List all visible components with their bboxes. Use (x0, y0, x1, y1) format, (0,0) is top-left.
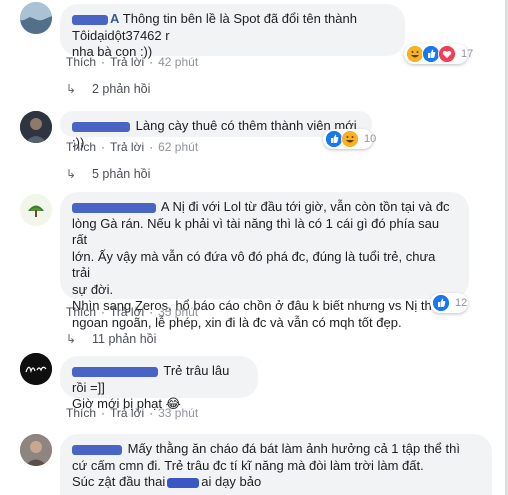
reply-link[interactable]: Trả lời (110, 406, 144, 420)
comment-text-line: A Nị đi với Lol từ đầu tới giờ, vẫn còn … (160, 199, 450, 214)
reply-arrow-icon: ↳ (66, 167, 77, 181)
timestamp[interactable]: 33 phút (158, 406, 198, 420)
reaction-count: 12 (455, 297, 468, 309)
comment-bubble: Trẻ trâu lâu rồi =]] Giờ mới bị phạt 😂 (60, 356, 258, 411)
comment-text-line: ai dạy bảo (201, 474, 262, 489)
comment-text-line: sự đời. (72, 281, 114, 297)
comment-actions: Thích · Trả lời · 35 phút (66, 305, 199, 319)
comment-text-line: lòng Gà rán. Nếu k phải vì tài năng thì … (72, 215, 440, 248)
tree-logo-avatar-icon (20, 194, 52, 226)
view-replies-link[interactable]: ↳ 5 phản hồi (66, 167, 150, 181)
reply-link[interactable]: Trả lời (110, 305, 144, 319)
redacted-word (167, 477, 200, 488)
avatar[interactable] (20, 434, 52, 466)
comment-actions: Thích · Trả lời · 62 phút (66, 140, 199, 154)
redacted-author-name[interactable] (72, 121, 130, 132)
redacted-author-name[interactable] (72, 366, 158, 377)
redacted-author-name[interactable] (72, 444, 122, 455)
timestamp[interactable]: 35 phút (158, 305, 198, 319)
avatar[interactable] (20, 353, 52, 385)
redacted-author-name[interactable] (72, 202, 156, 213)
redacted-author-name[interactable] (72, 14, 108, 25)
timestamp[interactable]: 42 phút (158, 55, 198, 69)
name-tail: A (110, 11, 120, 26)
love-icon (438, 45, 456, 63)
comment-bubble: A Thông tin bên lề là Spot đã đổi tên th… (60, 4, 405, 59)
comment-text-line: Mấy thằng ăn cháo đá bát làm ảnh hưởng c… (127, 441, 460, 456)
reply-link[interactable]: Trả lời (110, 140, 144, 154)
comment-bubble: A Nị đi với Lol từ đầu tới giờ, vẫn còn … (60, 192, 469, 330)
avatar[interactable] (20, 111, 52, 143)
avatar[interactable] (20, 194, 52, 226)
reply-link[interactable]: Trả lời (110, 55, 144, 69)
like-link[interactable]: Thích (66, 305, 96, 319)
reaction-summary[interactable]: 10 (323, 129, 377, 149)
like-link[interactable]: Thích (66, 406, 96, 420)
signature-logo-avatar-icon (20, 353, 52, 385)
comment-actions: Thích · Trả lời · 42 phút (66, 55, 199, 69)
like-link[interactable]: Thích (66, 140, 96, 154)
reaction-summary[interactable]: 17 (404, 44, 473, 64)
comment-text-line: cứ cấm cmn đi. Trẻ trâu đc tí kĩ năng mà… (72, 457, 424, 473)
haha-icon (341, 130, 359, 148)
view-replies-link[interactable]: ↳ 2 phản hồi (66, 82, 150, 96)
comment-bubble: Mấy thằng ăn cháo đá bát làm ảnh hưởng c… (60, 434, 492, 495)
reaction-count: 10 (364, 133, 377, 145)
reply-arrow-icon: ↳ (66, 82, 77, 96)
like-link[interactable]: Thích (66, 55, 96, 69)
like-icon (432, 294, 450, 312)
avatar[interactable] (20, 2, 52, 34)
reaction-summary[interactable]: 12 (430, 293, 468, 313)
view-replies-link[interactable]: ↳ 11 phản hồi (66, 332, 156, 346)
comment-text-line: lớn. Ấy vậy mà vẫn có đứa vô đó phá đc, … (72, 248, 436, 281)
comment-actions: Thích · Trả lời · 33 phút (66, 406, 199, 420)
timestamp[interactable]: 62 phút (158, 140, 198, 154)
photo-avatar-icon (20, 434, 52, 466)
comment-text-line: Súc zật đầu thai (72, 474, 166, 489)
person-avatar-icon (20, 111, 52, 143)
landscape-avatar-icon (20, 2, 52, 34)
reply-arrow-icon: ↳ (66, 332, 77, 346)
reaction-count: 17 (461, 48, 474, 60)
